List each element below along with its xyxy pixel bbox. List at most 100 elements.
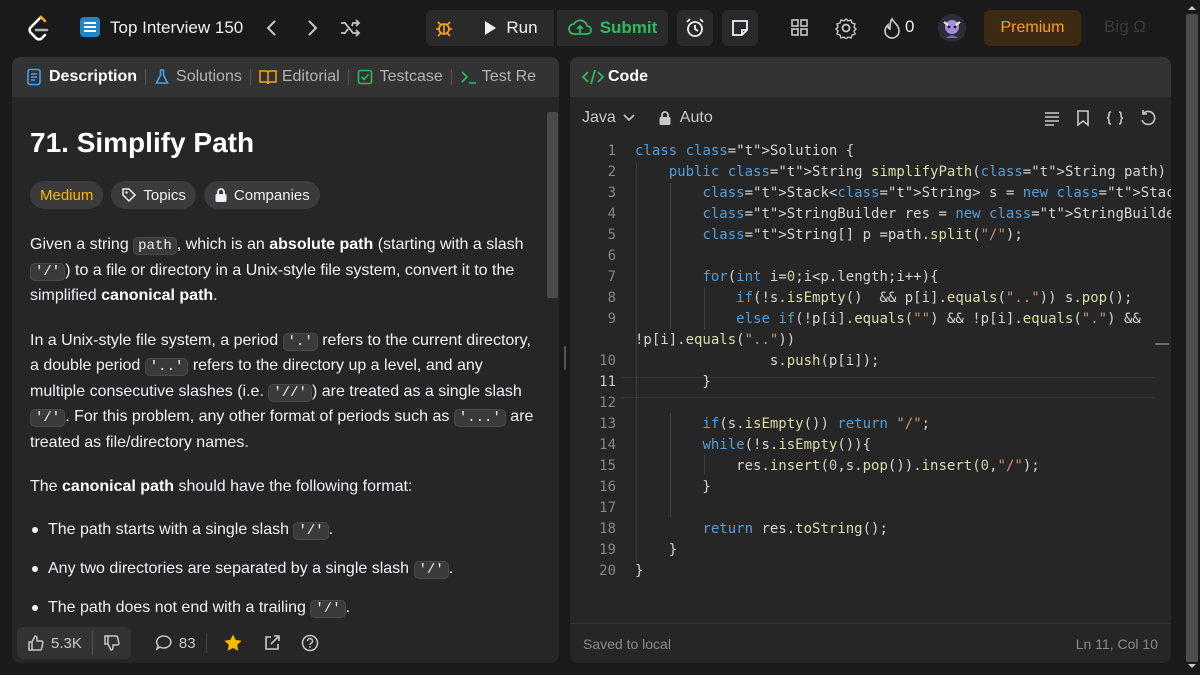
save-status: Saved to local — [583, 635, 671, 652]
like-button[interactable]: 5.3K — [17, 634, 92, 652]
tab-editorial-label: Editorial — [281, 68, 340, 85]
layout-icon[interactable] — [788, 16, 812, 40]
companies-badge[interactable]: Companies — [203, 181, 320, 209]
avatar[interactable] — [938, 14, 966, 42]
editor-toolbar: Java Auto — [570, 97, 1171, 139]
auto-mode-toggle[interactable]: Auto — [658, 109, 713, 127]
text: . — [345, 598, 351, 616]
tab-testcase[interactable]: Testcase — [349, 57, 451, 97]
shuffle-icon[interactable] — [338, 16, 362, 40]
terminal-icon — [461, 71, 476, 84]
tab-test-result-label: Test Re — [481, 68, 537, 85]
inline-code: '/' — [293, 521, 329, 540]
share-button[interactable] — [253, 634, 291, 652]
scroll-up-icon[interactable] — [1184, 2, 1200, 14]
tab-description[interactable]: Description — [12, 57, 145, 97]
code-line: class="t">StringBuilder res = new class=… — [702, 206, 1171, 222]
description-footer: 5.3K 83 — [12, 623, 559, 663]
submit-button[interactable]: Submit — [557, 10, 668, 46]
description-paragraph-1: Given a string path, which is an absolut… — [30, 233, 540, 309]
dislike-button[interactable] — [93, 634, 131, 652]
line-number: 13 — [599, 416, 616, 432]
format-icon[interactable] — [1043, 110, 1061, 126]
tab-solutions-label: Solutions — [176, 68, 242, 85]
help-button[interactable] — [291, 634, 329, 652]
description-paragraph-2: In a Unix-style file system, a period '.… — [30, 329, 540, 456]
problem-list-title[interactable]: Top Interview 150 — [110, 16, 243, 40]
book-icon — [259, 70, 277, 85]
topics-badge[interactable]: Topics — [111, 181, 196, 209]
text: should have the following format: — [174, 478, 413, 495]
big-o-label[interactable]: Big Ω — [1104, 17, 1146, 37]
language-select[interactable]: Java — [582, 109, 636, 127]
difficulty-badge: Medium — [30, 181, 104, 209]
line-number: 9 — [607, 311, 616, 327]
code-panel: Code Java Auto 1 class class="t">Solution… — [570, 57, 1171, 663]
list-icon[interactable] — [80, 17, 100, 37]
comments-button[interactable]: 83 — [145, 634, 206, 652]
debug-icon[interactable] — [432, 16, 456, 40]
auto-mode-label: Auto — [679, 109, 713, 126]
bold-text: absolute path — [269, 236, 374, 253]
flame-icon[interactable] — [880, 16, 904, 40]
code-line: class class="t">Solution { — [635, 143, 855, 159]
bold-text: canonical path — [101, 287, 214, 304]
list-item: The path starts with a single slash '/'. — [30, 518, 540, 557]
code-tabbar: Code — [570, 57, 1171, 97]
inline-code: path — [133, 237, 177, 255]
inline-code: '/' — [30, 409, 66, 427]
description-content: 71. Simplify Path Medium Topics Companie… — [30, 115, 540, 635]
check-box-icon — [357, 69, 372, 85]
tab-description-label: Description — [49, 68, 138, 85]
description-scroll-thumb[interactable] — [547, 112, 558, 298]
comment-icon — [155, 635, 172, 651]
editor-statusbar: Saved to local Ln 11, Col 10 — [570, 623, 1171, 663]
favorite-button[interactable] — [213, 633, 253, 653]
tab-code[interactable]: Code — [570, 57, 656, 97]
line-number: 12 — [599, 395, 616, 411]
code-editor[interactable]: 1 class class="t">Solution {2 public clas… — [570, 141, 1171, 611]
description-panel: Description Solutions Editorial Testcase… — [12, 57, 559, 663]
indent-guide — [670, 183, 671, 329]
thumbs-up-icon — [28, 635, 44, 651]
reset-icon[interactable] — [1139, 109, 1157, 127]
bookmark-icon[interactable] — [1075, 109, 1091, 127]
flask-icon — [155, 69, 169, 84]
chevron-right-icon[interactable] — [300, 16, 324, 40]
run-button[interactable]: Run — [466, 10, 554, 46]
tab-test-result[interactable]: Test Re — [452, 57, 544, 97]
notes-button[interactable] — [722, 10, 758, 46]
list-item: Any two directories are separated by a s… — [30, 557, 540, 596]
editor-scrollbar[interactable] — [1155, 141, 1169, 611]
code-line: res.insert(0,s.pop()).insert(0,"/"); — [635, 458, 1040, 474]
leetcode-logo-icon[interactable] — [24, 14, 52, 42]
inline-code: '/' — [413, 560, 449, 579]
text: (starting with a slash — [373, 236, 524, 253]
streak-counter: 0 — [905, 17, 915, 36]
problem-title: 71. Simplify Path — [30, 127, 255, 158]
text: The — [30, 478, 63, 495]
gear-icon[interactable] — [834, 16, 858, 40]
text: The path starts with a single slash — [48, 520, 294, 538]
braces-icon[interactable] — [1105, 110, 1125, 126]
code-brackets-icon — [582, 69, 604, 85]
alarm-icon — [686, 18, 704, 37]
text: . — [213, 287, 218, 304]
timer-button[interactable] — [677, 10, 713, 46]
format-list: The path starts with a single slash '/'.… — [30, 518, 540, 635]
lock-icon — [215, 188, 227, 202]
inline-code: '//' — [268, 383, 312, 402]
top-navbar: Top Interview 150 Run Submit 0 Premium B… — [0, 0, 1200, 56]
tab-editorial[interactable]: Editorial — [251, 57, 348, 97]
panel-resize-handle[interactable] — [563, 346, 567, 370]
line-number: 20 — [599, 563, 616, 579]
tab-solutions[interactable]: Solutions — [146, 57, 250, 97]
text: Given a string — [30, 236, 134, 253]
question-icon — [301, 634, 318, 652]
chevron-left-icon[interactable] — [260, 16, 284, 40]
page-scroll-thumb[interactable] — [1186, 14, 1198, 662]
avatar-icon — [943, 20, 961, 38]
premium-button[interactable]: Premium — [984, 10, 1081, 46]
line-number: 17 — [599, 500, 616, 516]
line-number: 3 — [607, 185, 616, 201]
